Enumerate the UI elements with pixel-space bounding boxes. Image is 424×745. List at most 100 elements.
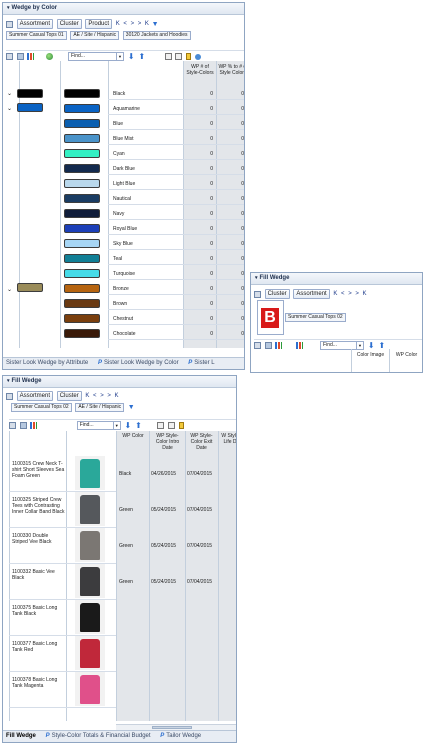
wp-pct-style-colors-value[interactable]: 0 <box>217 136 244 142</box>
wp-color-value[interactable]: Green <box>119 507 133 513</box>
collapse-caret-icon[interactable]: ▾ <box>7 5 10 11</box>
wp-style-colors-value[interactable]: 0 <box>185 106 213 112</box>
table-view-icon[interactable] <box>9 422 16 429</box>
tab-tailor-wedge[interactable]: P Tailor Wedge <box>160 731 201 742</box>
product-image[interactable] <box>75 528 105 562</box>
assortment-button[interactable]: Assortment <box>293 289 330 299</box>
product-image[interactable] <box>75 492 105 526</box>
wp-pct-style-colors-value[interactable]: 0 <box>217 271 244 277</box>
find-input[interactable]: Find... ▼ <box>76 421 121 430</box>
exit-date-value[interactable]: 07/04/2015 <box>187 579 212 585</box>
find-dropdown-icon[interactable]: ▼ <box>356 342 363 349</box>
wp-pct-style-colors-value[interactable]: 0 <box>217 196 244 202</box>
find-dropdown-icon[interactable]: ▼ <box>112 422 120 429</box>
wp-pct-style-colors-value[interactable]: 0 <box>217 121 244 127</box>
breadcrumb-assortment[interactable]: Summer Casual Tops 01 <box>6 31 67 40</box>
find-dropdown-icon[interactable]: ▼ <box>116 53 123 60</box>
breadcrumb-location[interactable]: AE / Site / Hispanic <box>70 31 120 40</box>
intro-date-value[interactable]: 05/24/2015 <box>151 579 176 585</box>
col-header-style-life[interactable]: W Style Life D <box>219 433 236 445</box>
wp-pct-style-colors-value[interactable]: 0 <box>217 226 244 232</box>
pivot-view-icon[interactable] <box>19 422 27 429</box>
group-toggle[interactable]: ⌄ <box>7 105 12 112</box>
tab-sister-look-wedge-by-attribute[interactable]: Sister Look Wedge by Attribute <box>6 358 88 369</box>
wp-pct-style-colors-value[interactable]: 0 <box>217 286 244 292</box>
table-view-icon[interactable] <box>6 53 13 60</box>
intro-date-value[interactable]: 05/24/2015 <box>151 543 176 549</box>
breadcrumb-assortment[interactable]: Summer Casual Tops 02 <box>285 313 346 322</box>
breadcrumb-class[interactable]: 30120 Jackets and Hoodies <box>122 31 191 40</box>
wp-pct-style-colors-value[interactable]: 0 <box>217 256 244 262</box>
find-next-icon[interactable]: ⬇ <box>128 53 135 61</box>
tab-style-color-totals[interactable]: P Style-Color Totals & Financial Budget <box>46 731 151 742</box>
wp-color-value[interactable]: Green <box>119 579 133 585</box>
col-header-wp-pct-style-colors[interactable]: WP % to # of Style Colors <box>218 64 244 76</box>
find-previous-icon[interactable]: ⬆ <box>135 422 142 430</box>
col-header-wp-color[interactable]: WP Color <box>390 352 422 358</box>
pivot-view-icon[interactable] <box>264 342 272 349</box>
grid-view-icon[interactable] <box>6 392 13 400</box>
wp-style-colors-value[interactable]: 0 <box>185 331 213 337</box>
wp-style-colors-value[interactable]: 0 <box>185 136 213 142</box>
wp-pct-style-colors-value[interactable]: 0 <box>217 106 244 112</box>
wp-style-colors-value[interactable]: 0 <box>185 241 213 247</box>
col-header-wp-style-colors[interactable]: WP # of Style-Colors <box>185 64 215 76</box>
print-icon[interactable] <box>168 422 176 429</box>
notebook-icon[interactable] <box>178 422 184 429</box>
wp-style-colors-value[interactable]: 0 <box>185 301 213 307</box>
wp-style-colors-value[interactable]: 0 <box>185 211 213 217</box>
col-header-color-image[interactable]: Color Image <box>352 352 389 358</box>
pivot-view-icon[interactable] <box>16 53 24 60</box>
group-toggle[interactable]: ⌄ <box>7 286 12 293</box>
grid-view-icon[interactable] <box>6 20 13 28</box>
exit-date-value[interactable]: 07/04/2015 <box>187 507 212 513</box>
wp-style-colors-value[interactable]: 0 <box>185 256 213 262</box>
exit-date-value[interactable]: 07/04/2015 <box>187 471 212 477</box>
wp-pct-style-colors-value[interactable]: 0 <box>217 331 244 337</box>
wp-style-colors-value[interactable]: 0 <box>185 286 213 292</box>
wp-style-colors-value[interactable]: 0 <box>185 196 213 202</box>
wp-style-colors-value[interactable]: 0 <box>185 316 213 322</box>
assortment-button[interactable]: Assortment <box>16 391 54 401</box>
find-next-icon[interactable]: ⬇ <box>368 342 375 350</box>
chart-view-icon[interactable] <box>275 342 283 349</box>
col-header-wp-color[interactable]: WP Color <box>117 433 149 439</box>
grid-view-icon[interactable] <box>254 290 261 298</box>
wp-style-colors-value[interactable]: 0 <box>185 226 213 232</box>
cluster-button[interactable]: Cluster <box>56 19 82 29</box>
breadcrumb-location[interactable]: AE / Site / Hispanic <box>75 403 125 412</box>
wp-pct-style-colors-value[interactable]: 0 <box>217 301 244 307</box>
tab-fill-wedge[interactable]: Fill Wedge <box>6 731 36 742</box>
col-header-intro-date[interactable]: WP Style-Color Intro Date <box>151 433 184 451</box>
wp-pct-style-colors-value[interactable]: 0 <box>217 241 244 247</box>
wp-pct-style-colors-value[interactable]: 0 <box>217 316 244 322</box>
cluster-button[interactable]: Cluster <box>56 391 82 401</box>
product-image[interactable] <box>75 672 105 706</box>
notebook-icon[interactable] <box>186 53 192 60</box>
wp-pct-style-colors-value[interactable]: 0 <box>217 211 244 217</box>
find-input[interactable]: Find... ▼ <box>320 341 365 350</box>
navigation-arrows[interactable]: K < > > K <box>85 393 119 399</box>
cluster-button[interactable]: Cluster <box>264 289 290 299</box>
find-previous-icon[interactable]: ⬆ <box>378 342 386 350</box>
find-next-icon[interactable]: ⬇ <box>124 422 132 430</box>
navigation-arrows[interactable]: K < > > K <box>116 21 150 27</box>
wp-pct-style-colors-value[interactable]: 0 <box>217 181 244 187</box>
find-input[interactable]: Find... ▼ <box>68 52 125 61</box>
wp-style-colors-value[interactable]: 0 <box>185 151 213 157</box>
find-previous-icon[interactable]: ⬆ <box>138 53 146 61</box>
collapse-caret-icon[interactable]: ▾ <box>255 275 258 281</box>
print-icon[interactable] <box>175 53 183 60</box>
wp-style-colors-value[interactable]: 0 <box>185 181 213 187</box>
wp-pct-style-colors-value[interactable]: 0 <box>217 166 244 172</box>
wp-color-value[interactable]: Black <box>119 471 131 477</box>
wp-style-colors-value[interactable]: 0 <box>185 166 213 172</box>
col-header-exit-date[interactable]: WP Style-Color Exit Date <box>186 433 217 451</box>
scrollbar-thumb[interactable] <box>152 726 192 729</box>
tab-sister-look[interactable]: P Sister L <box>188 358 214 369</box>
group-toggle[interactable]: ⌄ <box>7 90 12 97</box>
settings-icon[interactable] <box>194 53 201 60</box>
chart-view-icon[interactable] <box>30 422 38 429</box>
collapse-caret-icon[interactable]: ▾ <box>7 378 10 384</box>
product-button[interactable]: Product <box>85 19 113 29</box>
